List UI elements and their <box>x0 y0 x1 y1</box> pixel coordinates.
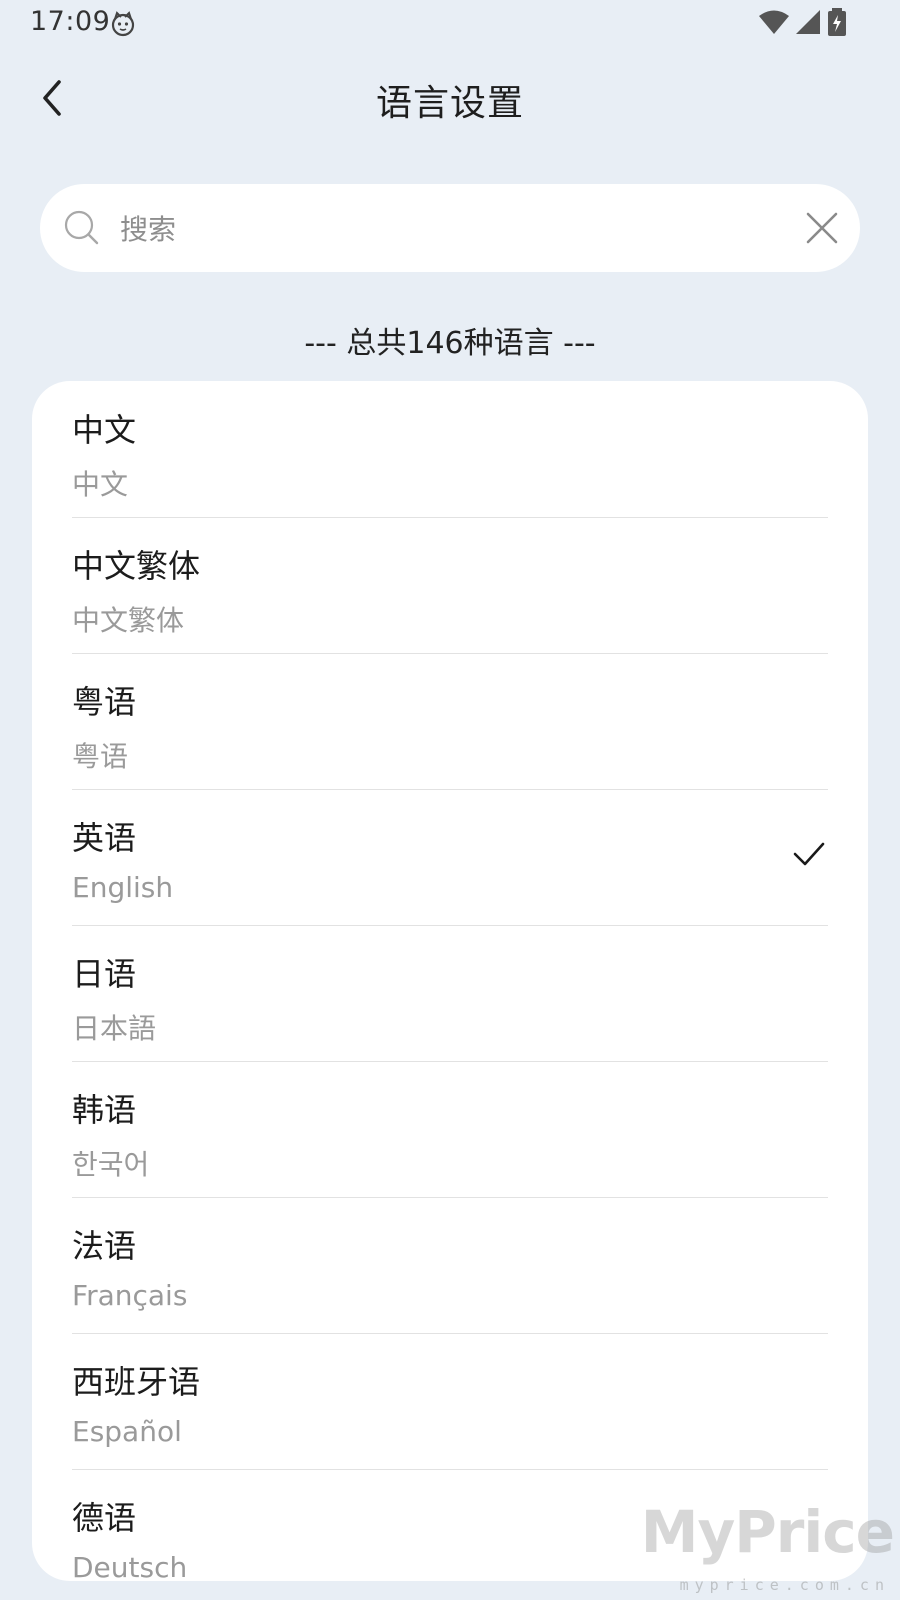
search-input[interactable] <box>118 198 762 260</box>
top-bar: 语言设置 <box>0 56 900 142</box>
language-native-name: Français <box>72 1279 188 1312</box>
language-item-spanish[interactable]: 西班牙语 Español <box>72 1333 828 1470</box>
watermark-domain: myprice.com.cn <box>679 1576 890 1594</box>
status-time: 17:09 <box>30 6 111 37</box>
battery-charging-icon <box>826 7 848 41</box>
language-name: 法语 <box>72 1227 137 1265</box>
language-list: 中文 中文 中文繁体 中文繁体 粤语 粤语 英语 English 日语 日本語 … <box>32 381 868 1581</box>
language-name: 韩语 <box>72 1091 137 1129</box>
language-item-traditional-chinese[interactable]: 中文繁体 中文繁体 <box>72 517 828 654</box>
wifi-icon <box>758 9 790 39</box>
language-name: 粤语 <box>72 683 137 721</box>
language-native-name: 中文 <box>72 468 129 501</box>
signal-icon <box>794 9 822 39</box>
language-item-cantonese[interactable]: 粤语 粤语 <box>72 653 828 790</box>
language-native-name: Deutsch <box>72 1551 188 1581</box>
language-native-name: 粤语 <box>72 740 129 773</box>
language-name: 中文 <box>72 411 137 449</box>
status-icons <box>758 8 848 40</box>
language-native-name: 中文繁体 <box>72 604 185 637</box>
language-item-chinese[interactable]: 中文 中文 <box>72 381 828 518</box>
search-icon <box>62 208 102 248</box>
language-name: 英语 <box>72 819 137 857</box>
page-title: 语言设置 <box>375 83 524 124</box>
language-item-japanese[interactable]: 日语 日本語 <box>72 925 828 1062</box>
language-item-english[interactable]: 英语 English <box>72 789 828 926</box>
close-icon <box>806 212 838 244</box>
language-name: 西班牙语 <box>72 1363 201 1401</box>
language-name: 德语 <box>72 1499 137 1537</box>
watermark-brand: MyPrice <box>640 1498 895 1566</box>
language-native-name: 한국어 <box>72 1148 150 1181</box>
clear-search-button[interactable] <box>800 206 844 250</box>
language-native-name: English <box>72 871 174 904</box>
cat-app-icon <box>110 11 136 37</box>
language-name: 日语 <box>72 955 137 993</box>
status-bar: 17:09 <box>0 0 900 48</box>
checkmark-icon <box>792 839 826 869</box>
search-bar <box>40 184 860 272</box>
language-native-name: 日本語 <box>72 1012 157 1045</box>
language-native-name: Español <box>72 1415 182 1448</box>
language-count-label: --- 总共146种语言 --- <box>304 326 596 361</box>
language-item-korean[interactable]: 韩语 한국어 <box>72 1061 828 1198</box>
language-item-french[interactable]: 法语 Français <box>72 1197 828 1334</box>
language-name: 中文繁体 <box>72 547 201 585</box>
